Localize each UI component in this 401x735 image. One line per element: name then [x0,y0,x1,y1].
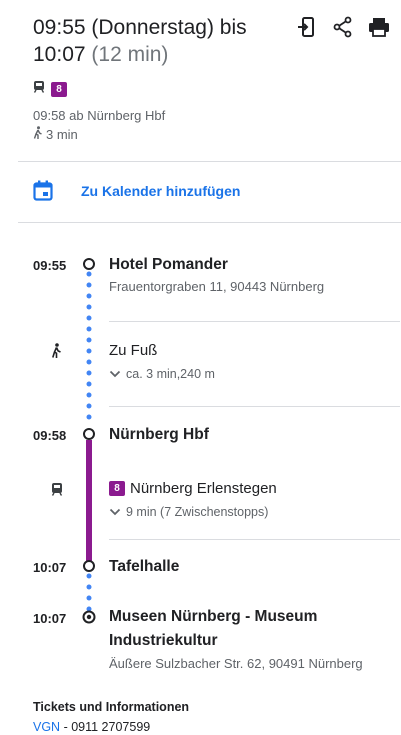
tickets-info-line: VGN - 0911 2707599 [33,720,150,734]
calendar-icon [33,180,53,207]
stop-name-line2[interactable]: Industriekultur [109,632,218,650]
tram-direction: Nürnberg Erlenstegen [130,480,277,497]
divider [18,161,401,162]
stop-name[interactable]: Museen Nürnberg - Museum [109,608,317,626]
trip-title: 09:55 (Donnerstag) bis 10:07 (12 min) [33,14,283,68]
transit-summary: 8 [33,80,67,98]
line-badge: 8 [51,81,67,97]
departure-info: 09:58 ab Nürnberg Hbf [33,108,166,123]
divider [109,321,400,322]
tram-segment-details-toggle[interactable]: 9 min (7 Zwischenstopps) [109,505,268,519]
stop-time: 09:58 [33,428,67,443]
add-to-calendar-label: Zu Kalender hinzufügen [81,183,241,199]
stop-name[interactable]: Tafelhalle [109,558,179,576]
tram-icon [33,80,45,98]
walk-segment-label: Zu Fuß [109,342,158,359]
stop-time: 09:55 [33,258,67,273]
walk-duration: 3 min [46,127,78,142]
walk-info: 3 min [33,125,78,144]
print-icon[interactable] [368,16,390,38]
add-to-calendar-button[interactable]: Zu Kalender hinzufügen [33,180,240,207]
stop-time: 10:07 [33,611,67,626]
divider [109,406,400,407]
tram-segment-detail: 9 min (7 Zwischenstopps) [126,505,269,519]
stop-address: Äußere Sulzbacher Str. 62, 90491 Nürnber… [109,656,363,671]
header-actions [296,16,390,38]
walk-segment-details-toggle[interactable]: ca. 3 min,240 m [109,367,215,381]
vgn-link[interactable]: VGN [33,720,60,734]
walk-segment-title: Zu Fuß [109,342,157,359]
tram-segment-title: 8 Nürnberg Erlenstegen [109,480,277,497]
stop-name[interactable]: Nürnberg Hbf [109,426,209,444]
divider [18,222,401,223]
stop-address: Frauentorgraben 11, 90443 Nürnberg [109,279,325,294]
stop-time: 10:07 [33,560,67,575]
open-in-app-icon[interactable] [296,16,318,38]
share-icon[interactable] [332,16,354,38]
chevron-down-icon [109,505,121,519]
walk-segment-detail: ca. 3 min,240 m [126,367,215,381]
tickets-info-heading: Tickets und Informationen [33,700,190,714]
chevron-down-icon [109,367,121,381]
walk-icon [33,125,43,144]
stop-name[interactable]: Hotel Pomander [109,256,228,274]
trip-duration: (12 min) [91,43,169,66]
walk-icon [51,343,62,363]
trip-header: 09:55 (Donnerstag) bis 10:07 (12 min) [33,14,283,68]
vgn-phone: - 0911 2707599 [60,720,151,734]
line-badge: 8 [109,481,125,496]
divider [109,539,400,540]
tram-icon [51,482,63,501]
